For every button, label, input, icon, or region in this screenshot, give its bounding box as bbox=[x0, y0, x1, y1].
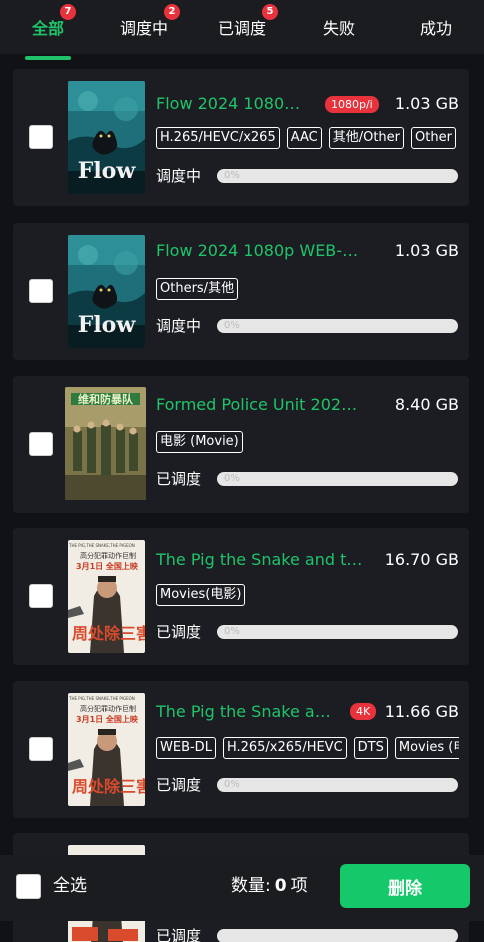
audio-tag: AAC bbox=[286, 127, 322, 149]
codec-tag: H.265/x265/HEVC bbox=[222, 737, 347, 759]
category-tag: Other bbox=[411, 127, 456, 149]
tab-scheduling-label: 调度中 bbox=[119, 19, 168, 38]
item-checkbox[interactable] bbox=[29, 584, 53, 608]
task-card[interactable]: THE PIG,THE SNAKE,THE PIGEON 高分犯罪动作巨制 3月… bbox=[13, 528, 469, 665]
task-list[interactable]: Flow Flow 2024 1080p... 1080p/i 1.03 GB … bbox=[0, 54, 484, 942]
item-checkbox[interactable] bbox=[29, 125, 53, 149]
tab-success-label: 成功 bbox=[419, 19, 452, 38]
bulk-action-bar: 全选 数量: 0 项 删除 bbox=[0, 855, 484, 921]
status-tab-bar: 全部 7 调度中 2 已调度 5 失败 成功 bbox=[0, 0, 484, 60]
poster-title-en: THE PIG,THE SNAKE,THE PIGEON bbox=[69, 543, 135, 548]
progress-bar: 0% bbox=[217, 169, 458, 183]
poster-tagline: 高分犯罪动作巨制 bbox=[80, 552, 136, 560]
movie-poster: THE PIG,THE SNAKE,THE PIGEON 高分犯罪动作巨制 3月… bbox=[68, 540, 145, 653]
poster-release-date: 3月1日 全国上映 bbox=[76, 562, 138, 571]
delete-button[interactable]: 删除 bbox=[340, 864, 470, 908]
task-card[interactable]: Flow Flow 2024 1080p... 1080p/i 1.03 GB … bbox=[13, 69, 469, 206]
task-title[interactable]: The Pig the Snake and the... bbox=[156, 548, 366, 572]
audio-tag: DTS bbox=[353, 737, 388, 759]
poster-tagline: 高分犯罪动作巨制 bbox=[80, 705, 136, 713]
select-all-checkbox[interactable] bbox=[16, 874, 41, 899]
tab-scheduling[interactable]: 调度中 2 bbox=[104, 0, 184, 54]
movie-poster: Flow bbox=[68, 235, 145, 348]
tab-scheduled-badge: 5 bbox=[262, 4, 278, 20]
tab-all-label: 全部 bbox=[31, 19, 64, 38]
poster-title-cn: 周处除三害 bbox=[72, 777, 145, 796]
task-card[interactable]: THE PIG,THE SNAKE,THE PIGEON 高分犯罪动作巨制 3月… bbox=[13, 681, 469, 818]
task-title[interactable]: Formed Police Unit 2024... bbox=[156, 393, 362, 417]
task-title[interactable]: Flow 2024 1080p... bbox=[156, 92, 306, 116]
poster-title-en: THE PIG,THE SNAKE,THE PIGEON bbox=[69, 696, 135, 701]
tab-all[interactable]: 全部 7 bbox=[8, 0, 88, 60]
progress-bar: 0% bbox=[217, 472, 458, 486]
file-size: 1.03 GB bbox=[394, 241, 459, 260]
tab-failed-label: 失败 bbox=[322, 19, 355, 38]
task-title[interactable]: The Pig the Snake and... bbox=[156, 700, 338, 724]
task-title[interactable]: Flow 2024 1080p WEB-DL... bbox=[156, 239, 366, 263]
count-unit: 项 bbox=[290, 876, 308, 896]
task-card[interactable]: Flow Flow 2024 1080p WEB-DL... 1.03 GB O… bbox=[13, 223, 469, 360]
item-checkbox[interactable] bbox=[29, 737, 53, 761]
poster-title-text: 维和防暴队 bbox=[78, 393, 133, 406]
status-text: 已调度 bbox=[156, 470, 202, 488]
status-text: 调度中 bbox=[156, 167, 202, 185]
progress-bar: 0% bbox=[217, 778, 458, 792]
progress-percent: 0% bbox=[224, 170, 240, 181]
poster-title-text: Flow bbox=[77, 158, 136, 184]
tab-scheduled-label: 已调度 bbox=[217, 19, 266, 38]
poster-title-cn: 周处除三害 bbox=[72, 624, 145, 643]
task-card[interactable]: 维和防暴队 Formed Police Unit 2024... 8.40 GB… bbox=[13, 376, 469, 513]
movie-poster: THE PIG,THE SNAKE,THE PIGEON 高分犯罪动作巨制 3月… bbox=[68, 693, 145, 806]
item-checkbox[interactable] bbox=[29, 279, 53, 303]
status-text: 已调度 bbox=[156, 776, 202, 794]
movie-poster: Flow bbox=[68, 81, 145, 194]
progress-bar: 0% bbox=[217, 625, 458, 639]
progress-percent: 0% bbox=[224, 320, 240, 331]
tab-scheduled[interactable]: 已调度 5 bbox=[202, 0, 282, 54]
tag-list: Movies(电影) bbox=[156, 583, 459, 607]
file-size: 11.66 GB bbox=[384, 702, 459, 721]
movie-poster: 维和防暴队 bbox=[65, 387, 146, 500]
tag-list: 电影 (Movie) bbox=[156, 430, 459, 454]
tag-list: Others/其他 bbox=[156, 277, 459, 301]
item-checkbox[interactable] bbox=[29, 432, 53, 456]
progress-bar: 0% bbox=[217, 319, 458, 333]
selected-count: 数量: 0 项 bbox=[231, 874, 308, 899]
category-tag: Movies(电影) bbox=[156, 584, 246, 606]
count-value: 0 bbox=[274, 876, 287, 896]
category-tag: Others/其他 bbox=[156, 278, 239, 300]
codec-tag: H.265/HEVC/x265 bbox=[156, 127, 280, 149]
tag-list: H.265/HEVC/x265 AAC 其他/Other Other bbox=[156, 126, 459, 150]
resolution-badge: 1080p/i bbox=[325, 96, 379, 113]
count-label: 数量: bbox=[231, 876, 271, 896]
category-tag: 其他/Other bbox=[328, 127, 405, 149]
tag-list: WEB-DL H.265/x265/HEVC DTS Movies (电影) bbox=[156, 736, 459, 760]
status-text: 已调度 bbox=[156, 927, 202, 942]
source-tag: WEB-DL bbox=[156, 737, 216, 759]
tab-failed[interactable]: 失败 bbox=[299, 0, 379, 54]
file-size: 8.40 GB bbox=[394, 395, 459, 414]
progress-percent: 0% bbox=[224, 626, 240, 637]
progress-bar bbox=[217, 929, 458, 942]
status-text: 已调度 bbox=[156, 623, 202, 641]
tab-success[interactable]: 成功 bbox=[396, 0, 476, 54]
resolution-badge: 4K bbox=[350, 703, 377, 720]
file-size: 16.70 GB bbox=[384, 550, 459, 569]
tab-scheduling-badge: 2 bbox=[164, 4, 180, 20]
category-tag: 电影 (Movie) bbox=[156, 431, 243, 453]
file-size: 1.03 GB bbox=[394, 94, 459, 113]
select-all-label[interactable]: 全选 bbox=[53, 874, 87, 899]
progress-percent: 0% bbox=[224, 473, 240, 484]
poster-release-date: 3月1日 全国上映 bbox=[76, 715, 138, 724]
status-text: 调度中 bbox=[156, 317, 202, 335]
progress-percent: 0% bbox=[224, 779, 240, 790]
category-tag: Movies (电影) bbox=[394, 737, 459, 759]
poster-title-text: Flow bbox=[77, 312, 136, 338]
tab-all-badge: 7 bbox=[60, 4, 76, 20]
